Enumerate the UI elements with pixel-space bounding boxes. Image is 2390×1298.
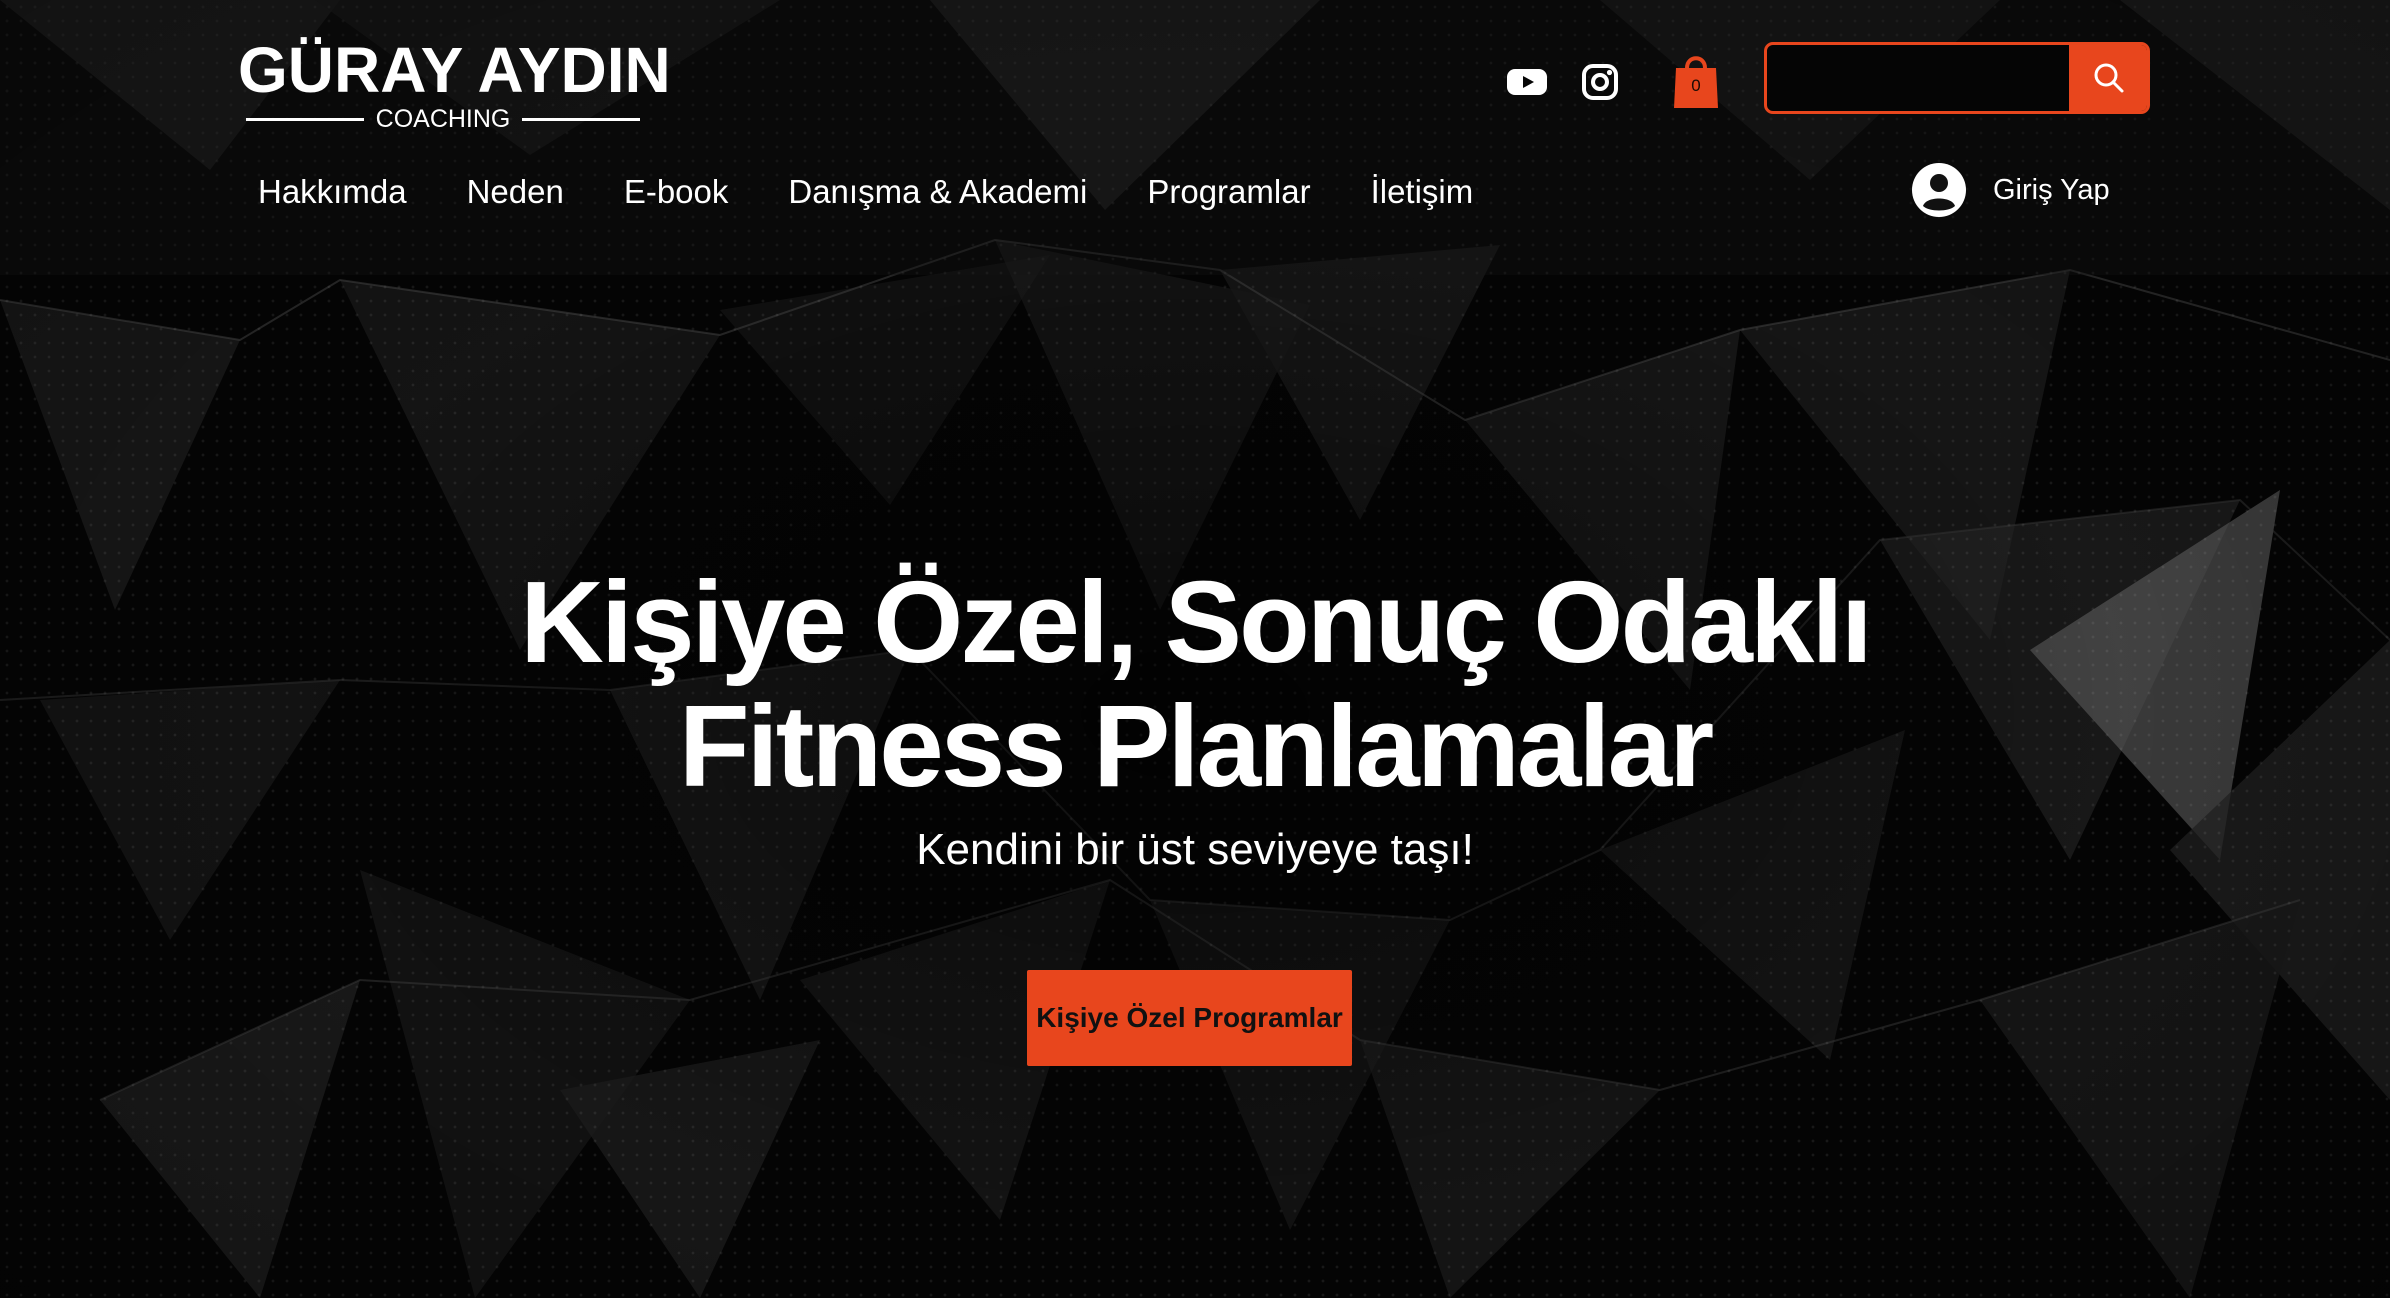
instagram-link[interactable] <box>1576 58 1624 106</box>
nav-item-danisma-akademi[interactable]: Danışma & Akademi <box>788 166 1087 218</box>
cart-button[interactable]: 0 <box>1670 48 1722 112</box>
cart-count: 0 <box>1691 76 1701 95</box>
instagram-icon <box>1582 64 1618 100</box>
hero-title: Kişiye Özel, Sonuç Odaklı Fitness Planla… <box>0 560 2390 808</box>
nav-item-iletisim[interactable]: İletişim <box>1371 166 1474 218</box>
login-label: Giriş Yap <box>1993 174 2110 206</box>
brand-name: GÜRAY AYDIN <box>238 34 671 106</box>
search-box[interactable] <box>1764 42 2150 114</box>
user-avatar-icon <box>1912 163 1966 217</box>
site-header: GÜRAY AYDIN COACHING 0 Hakkımda Neden E-… <box>0 0 2390 275</box>
main-navigation: Hakkımda Neden E-book Danışma & Akademi … <box>258 166 1533 218</box>
search-button[interactable] <box>2069 45 2147 111</box>
home-page: GÜRAY AYDIN COACHING 0 Hakkımda Neden E-… <box>0 0 2390 1298</box>
youtube-link[interactable] <box>1503 58 1551 106</box>
nav-item-hakkimda[interactable]: Hakkımda <box>258 166 407 218</box>
login-button[interactable]: Giriş Yap <box>1910 160 2110 220</box>
brand-tagline: COACHING <box>375 105 511 133</box>
brand-logo[interactable]: GÜRAY AYDIN COACHING <box>238 34 671 134</box>
nav-item-programlar[interactable]: Programlar <box>1147 166 1310 218</box>
hero-title-line-2: Fitness Planlamalar <box>678 681 1715 811</box>
search-icon <box>2094 63 2124 93</box>
nav-item-ebook[interactable]: E-book <box>624 166 729 218</box>
search-input[interactable] <box>1767 45 2070 111</box>
hero-title-line-1: Kişiye Özel, Sonuç Odaklı <box>520 557 1873 687</box>
nav-item-neden[interactable]: Neden <box>467 166 564 218</box>
hero-section: Kişiye Özel, Sonuç Odaklı Fitness Planla… <box>0 560 2390 878</box>
tagline-left-line <box>246 117 364 121</box>
tagline-right-line <box>522 117 641 121</box>
hero-subtitle: Kendini bir üst seviyeye taşı! <box>916 825 1474 874</box>
personal-programs-button[interactable]: Kişiye Özel Programlar <box>1027 970 1352 1066</box>
youtube-icon <box>1507 69 1547 95</box>
brand-tagline-row: COACHING <box>246 104 641 134</box>
